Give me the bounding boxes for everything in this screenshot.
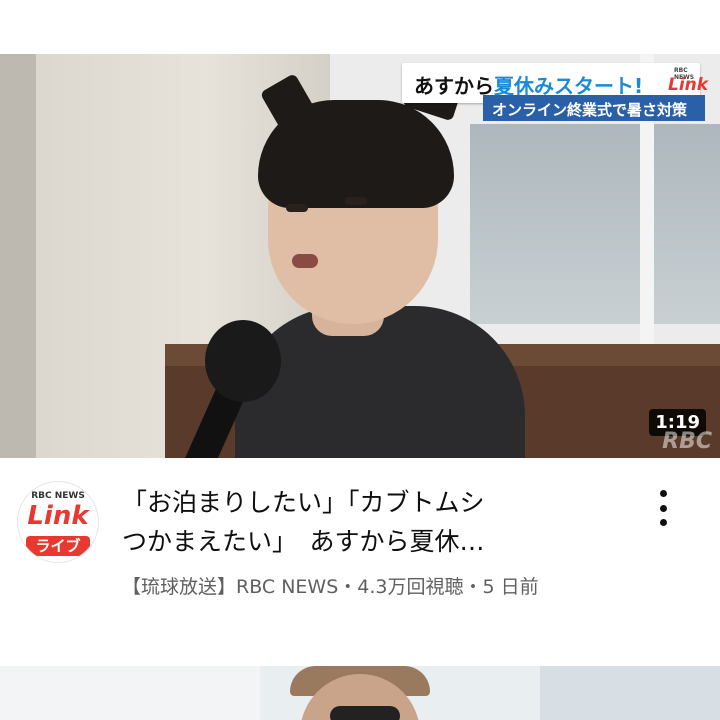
next-thumb-window — [540, 666, 720, 720]
child-eye — [286, 204, 308, 212]
avatar-link-logo: Link — [27, 501, 89, 531]
kebab-dot-icon — [659, 504, 667, 512]
video-thumbnail[interactable]: あすから夏休みスタート! RBC NEWS Link オンライン終業式で暑さ対策… — [0, 54, 720, 458]
next-video-thumbnail[interactable] — [0, 666, 720, 720]
banner-subheadline: オンライン終業式で暑さ対策 — [492, 101, 688, 119]
child-eye — [345, 197, 367, 205]
avatar-live-badge: ライブ — [26, 536, 90, 556]
child-shirt — [235, 306, 525, 458]
banner-headline-prefix: あすから — [414, 74, 494, 98]
background-window-glass — [470, 124, 720, 324]
background-wall-edge — [0, 54, 36, 458]
next-thumb-person-mask — [330, 706, 400, 720]
news-subheadline-banner: オンライン終業式で暑さ対策 — [483, 95, 705, 121]
avatar-brand-small: RBC NEWS — [31, 491, 85, 501]
channel-avatar[interactable]: RBC NEWS Link ライブ — [18, 482, 98, 562]
video-title[interactable]: 「お泊まりしたい」「カブトムシ つかまえたい」 あすから夏休… — [122, 483, 616, 561]
broadcaster-watermark: RBC — [662, 429, 712, 454]
video-metadata[interactable]: 【琉球放送】RBC NEWS・4.3万回視聴・5 日前 — [122, 572, 539, 599]
video-title-line: つかまえたい」 あすから夏休… — [122, 527, 485, 556]
video-title-line: 「お泊まりしたい」「カブトムシ — [122, 488, 485, 517]
banner-brand-link-logo: Link — [668, 75, 709, 95]
next-thumb-background — [0, 666, 260, 720]
kebab-dot-icon — [659, 519, 667, 526]
child-mouth — [292, 254, 318, 268]
top-spacer — [0, 0, 720, 54]
microphone-icon — [205, 320, 281, 402]
kebab-dot-icon — [659, 490, 667, 497]
more-options-button[interactable] — [648, 486, 678, 530]
